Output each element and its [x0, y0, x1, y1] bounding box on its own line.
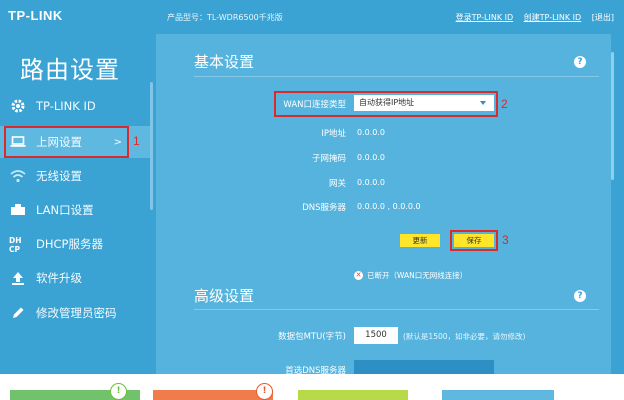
mtu-label: 数据包MTU(字节)	[278, 332, 346, 342]
dns-value: 0.0.0.0 , 0.0.0.0	[357, 202, 421, 211]
svg-text:DH: DH	[9, 236, 22, 245]
sidebar-item-dhcp[interactable]: DH CP DHCP服务器	[0, 228, 150, 260]
help-icon[interactable]: ?	[574, 56, 586, 68]
logout-link[interactable]: [退出]	[592, 13, 614, 22]
login-link[interactable]: 登录TP-LINK ID	[456, 13, 514, 22]
subnet-value: 0.0.0.0	[357, 153, 385, 162]
sidebar-item-wireless[interactable]: 无线设置	[0, 160, 150, 192]
subnet-label: 子网掩码	[311, 154, 346, 164]
sidebar-item-label: 修改管理员密码	[36, 306, 117, 320]
account-links: 登录TP-LINK ID 创建TP-LINK ID [退出]	[448, 12, 614, 23]
sidebar-item-label: 软件升级	[36, 271, 82, 285]
connection-status: ✕ 已断开（WAN口无网线连接）	[354, 270, 467, 281]
section-divider	[194, 76, 599, 77]
basic-settings-title: 基本设置	[194, 53, 255, 71]
gear-icon	[9, 97, 27, 115]
svg-text:CP: CP	[9, 245, 21, 253]
sidebar-item-password[interactable]: 修改管理员密码	[0, 297, 150, 329]
annotation-box-1	[4, 126, 129, 158]
gateway-value: 0.0.0.0	[357, 178, 385, 187]
brand-logo: TP-LINK	[8, 8, 63, 23]
ip-label: IP地址	[321, 129, 346, 139]
mtu-input[interactable]: 1500	[354, 327, 398, 344]
section-divider	[194, 309, 599, 310]
status-text: 已断开（WAN口无网线连接）	[367, 271, 468, 280]
bottom-tab-4[interactable]	[442, 390, 554, 400]
lan-icon	[9, 201, 27, 219]
dns-label: DNS服务器	[302, 203, 346, 213]
sidebar-item-upgrade[interactable]: 软件升级	[0, 262, 150, 294]
alert-icon: !	[110, 383, 127, 400]
gateway-label: 网关	[328, 179, 346, 189]
annotation-box-3	[450, 230, 498, 251]
annotation-number-2: 2	[501, 97, 508, 111]
sidebar-item-label: LAN口设置	[36, 203, 94, 217]
sidebar-item-lan[interactable]: LAN口设置	[0, 194, 150, 226]
create-id-link[interactable]: 创建TP-LINK ID	[524, 13, 582, 22]
wifi-icon	[9, 167, 27, 185]
sidebar-title: 路由设置	[20, 56, 120, 84]
sidebar-item-label: DHCP服务器	[36, 237, 103, 251]
bottom-tab-3[interactable]	[298, 390, 408, 400]
alert-icon: !	[256, 383, 273, 400]
main-scrollbar[interactable]	[611, 52, 614, 180]
bottom-tab-2[interactable]	[153, 390, 273, 400]
annotation-box-2	[274, 91, 498, 117]
advanced-settings-title: 高级设置	[194, 287, 255, 305]
annotation-number-1: 1	[133, 134, 140, 148]
top-bar: TP-LINK 产品型号：TL-WDR6500千兆版 登录TP-LINK ID …	[0, 0, 624, 34]
primary-dns-input[interactable]	[354, 360, 494, 374]
disconnected-icon: ✕	[354, 271, 363, 280]
sidebar-item-label: 无线设置	[36, 169, 82, 183]
upload-icon	[9, 269, 27, 287]
product-model: 产品型号：TL-WDR6500千兆版	[167, 13, 283, 22]
help-icon[interactable]: ?	[574, 290, 586, 302]
dhcp-icon: DH CP	[9, 235, 27, 253]
sidebar-item-label: TP-LINK ID	[36, 99, 96, 113]
sidebar-scrollbar[interactable]	[150, 82, 153, 210]
sidebar-item-tplink-id[interactable]: TP-LINK ID	[0, 90, 150, 122]
annotation-number-3: 3	[502, 233, 509, 247]
mtu-hint: (默认是1500，如非必要，请勿修改)	[403, 332, 526, 341]
ip-value: 0.0.0.0	[357, 128, 385, 137]
pencil-icon	[9, 304, 27, 322]
refresh-button[interactable]: 更新	[400, 234, 440, 247]
